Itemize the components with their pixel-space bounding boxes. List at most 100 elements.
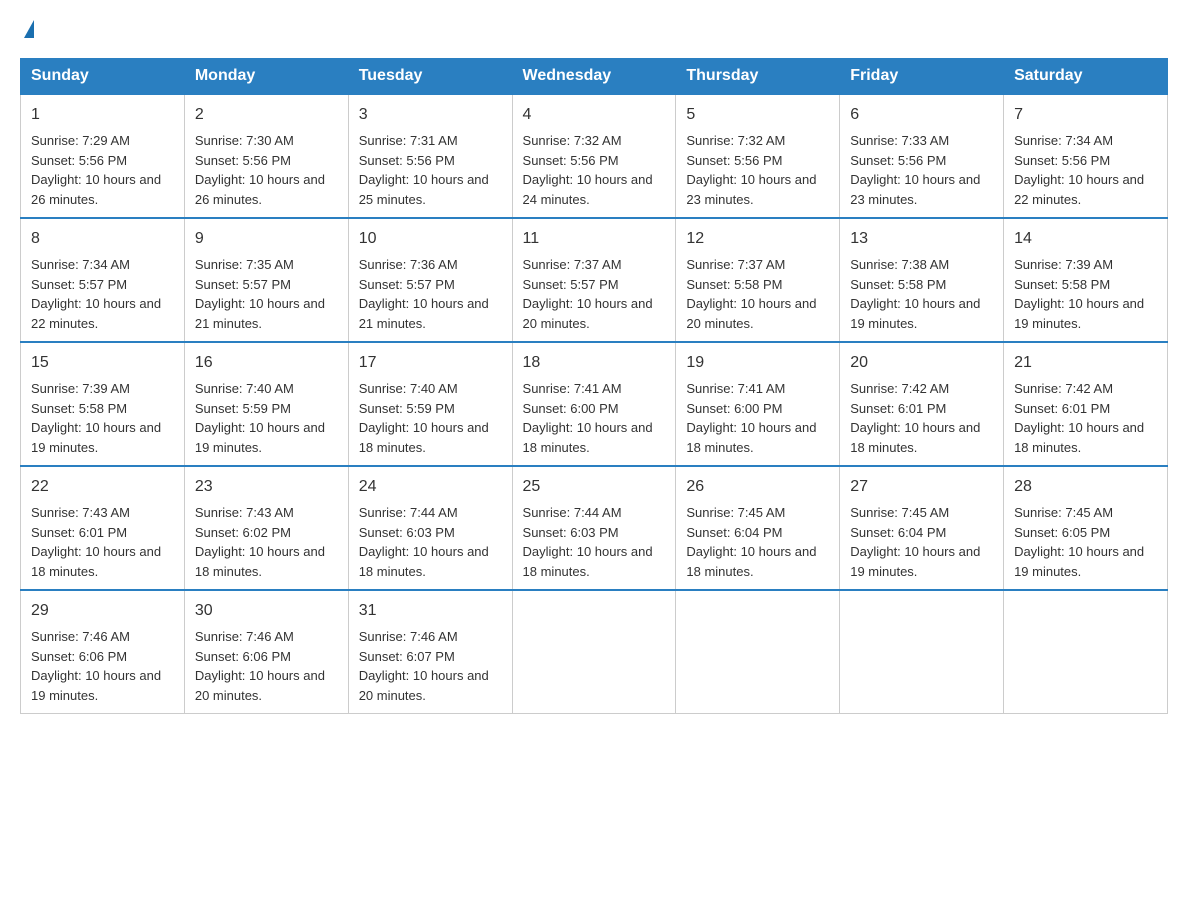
- calendar-day-cell: 22 Sunrise: 7:43 AMSunset: 6:01 PMDaylig…: [21, 466, 185, 590]
- column-header-tuesday: Tuesday: [348, 59, 512, 95]
- day-info: Sunrise: 7:46 AMSunset: 6:07 PMDaylight:…: [359, 629, 489, 703]
- calendar-week-row: 8 Sunrise: 7:34 AMSunset: 5:57 PMDayligh…: [21, 218, 1168, 342]
- day-info: Sunrise: 7:41 AMSunset: 6:00 PMDaylight:…: [686, 381, 816, 455]
- day-number: 2: [195, 103, 338, 127]
- day-info: Sunrise: 7:36 AMSunset: 5:57 PMDaylight:…: [359, 257, 489, 331]
- day-info: Sunrise: 7:33 AMSunset: 5:56 PMDaylight:…: [850, 133, 980, 207]
- day-info: Sunrise: 7:40 AMSunset: 5:59 PMDaylight:…: [359, 381, 489, 455]
- calendar-day-cell: [840, 590, 1004, 714]
- calendar-day-cell: 29 Sunrise: 7:46 AMSunset: 6:06 PMDaylig…: [21, 590, 185, 714]
- day-info: Sunrise: 7:44 AMSunset: 6:03 PMDaylight:…: [359, 505, 489, 579]
- day-number: 8: [31, 227, 174, 251]
- day-number: 1: [31, 103, 174, 127]
- day-info: Sunrise: 7:30 AMSunset: 5:56 PMDaylight:…: [195, 133, 325, 207]
- day-info: Sunrise: 7:43 AMSunset: 6:01 PMDaylight:…: [31, 505, 161, 579]
- day-info: Sunrise: 7:45 AMSunset: 6:04 PMDaylight:…: [850, 505, 980, 579]
- day-info: Sunrise: 7:31 AMSunset: 5:56 PMDaylight:…: [359, 133, 489, 207]
- calendar-day-cell: 17 Sunrise: 7:40 AMSunset: 5:59 PMDaylig…: [348, 342, 512, 466]
- column-header-friday: Friday: [840, 59, 1004, 95]
- day-info: Sunrise: 7:43 AMSunset: 6:02 PMDaylight:…: [195, 505, 325, 579]
- day-number: 3: [359, 103, 502, 127]
- day-number: 30: [195, 599, 338, 623]
- logo: [20, 20, 34, 38]
- calendar-day-cell: 7 Sunrise: 7:34 AMSunset: 5:56 PMDayligh…: [1004, 94, 1168, 218]
- page-header: [20, 20, 1168, 38]
- day-info: Sunrise: 7:40 AMSunset: 5:59 PMDaylight:…: [195, 381, 325, 455]
- column-header-thursday: Thursday: [676, 59, 840, 95]
- calendar-day-cell: 5 Sunrise: 7:32 AMSunset: 5:56 PMDayligh…: [676, 94, 840, 218]
- day-info: Sunrise: 7:34 AMSunset: 5:56 PMDaylight:…: [1014, 133, 1144, 207]
- day-number: 21: [1014, 351, 1157, 375]
- calendar-day-cell: 31 Sunrise: 7:46 AMSunset: 6:07 PMDaylig…: [348, 590, 512, 714]
- calendar-day-cell: 23 Sunrise: 7:43 AMSunset: 6:02 PMDaylig…: [184, 466, 348, 590]
- calendar-week-row: 15 Sunrise: 7:39 AMSunset: 5:58 PMDaylig…: [21, 342, 1168, 466]
- day-number: 29: [31, 599, 174, 623]
- day-info: Sunrise: 7:29 AMSunset: 5:56 PMDaylight:…: [31, 133, 161, 207]
- day-number: 20: [850, 351, 993, 375]
- day-number: 15: [31, 351, 174, 375]
- day-info: Sunrise: 7:41 AMSunset: 6:00 PMDaylight:…: [523, 381, 653, 455]
- calendar-day-cell: 15 Sunrise: 7:39 AMSunset: 5:58 PMDaylig…: [21, 342, 185, 466]
- day-number: 4: [523, 103, 666, 127]
- day-info: Sunrise: 7:35 AMSunset: 5:57 PMDaylight:…: [195, 257, 325, 331]
- calendar-day-cell: 11 Sunrise: 7:37 AMSunset: 5:57 PMDaylig…: [512, 218, 676, 342]
- day-number: 26: [686, 475, 829, 499]
- day-number: 17: [359, 351, 502, 375]
- day-number: 28: [1014, 475, 1157, 499]
- calendar-day-cell: 9 Sunrise: 7:35 AMSunset: 5:57 PMDayligh…: [184, 218, 348, 342]
- calendar-header-row: SundayMondayTuesdayWednesdayThursdayFrid…: [21, 59, 1168, 95]
- day-number: 14: [1014, 227, 1157, 251]
- calendar-day-cell: 19 Sunrise: 7:41 AMSunset: 6:00 PMDaylig…: [676, 342, 840, 466]
- day-number: 31: [359, 599, 502, 623]
- calendar-day-cell: 24 Sunrise: 7:44 AMSunset: 6:03 PMDaylig…: [348, 466, 512, 590]
- day-info: Sunrise: 7:37 AMSunset: 5:57 PMDaylight:…: [523, 257, 653, 331]
- logo-triangle-icon: [24, 20, 34, 38]
- day-info: Sunrise: 7:39 AMSunset: 5:58 PMDaylight:…: [31, 381, 161, 455]
- calendar-day-cell: 6 Sunrise: 7:33 AMSunset: 5:56 PMDayligh…: [840, 94, 1004, 218]
- day-number: 5: [686, 103, 829, 127]
- day-number: 6: [850, 103, 993, 127]
- day-info: Sunrise: 7:34 AMSunset: 5:57 PMDaylight:…: [31, 257, 161, 331]
- column-header-wednesday: Wednesday: [512, 59, 676, 95]
- calendar-day-cell: 3 Sunrise: 7:31 AMSunset: 5:56 PMDayligh…: [348, 94, 512, 218]
- day-number: 18: [523, 351, 666, 375]
- calendar-day-cell: 28 Sunrise: 7:45 AMSunset: 6:05 PMDaylig…: [1004, 466, 1168, 590]
- column-header-sunday: Sunday: [21, 59, 185, 95]
- calendar-day-cell: 8 Sunrise: 7:34 AMSunset: 5:57 PMDayligh…: [21, 218, 185, 342]
- day-info: Sunrise: 7:32 AMSunset: 5:56 PMDaylight:…: [523, 133, 653, 207]
- day-number: 11: [523, 227, 666, 251]
- day-number: 24: [359, 475, 502, 499]
- day-info: Sunrise: 7:45 AMSunset: 6:05 PMDaylight:…: [1014, 505, 1144, 579]
- calendar-week-row: 29 Sunrise: 7:46 AMSunset: 6:06 PMDaylig…: [21, 590, 1168, 714]
- calendar-day-cell: 26 Sunrise: 7:45 AMSunset: 6:04 PMDaylig…: [676, 466, 840, 590]
- calendar-day-cell: 27 Sunrise: 7:45 AMSunset: 6:04 PMDaylig…: [840, 466, 1004, 590]
- day-number: 9: [195, 227, 338, 251]
- day-info: Sunrise: 7:44 AMSunset: 6:03 PMDaylight:…: [523, 505, 653, 579]
- calendar-day-cell: 2 Sunrise: 7:30 AMSunset: 5:56 PMDayligh…: [184, 94, 348, 218]
- day-info: Sunrise: 7:45 AMSunset: 6:04 PMDaylight:…: [686, 505, 816, 579]
- calendar-day-cell: 18 Sunrise: 7:41 AMSunset: 6:00 PMDaylig…: [512, 342, 676, 466]
- calendar-day-cell: [512, 590, 676, 714]
- calendar-day-cell: [676, 590, 840, 714]
- day-info: Sunrise: 7:46 AMSunset: 6:06 PMDaylight:…: [31, 629, 161, 703]
- day-number: 10: [359, 227, 502, 251]
- day-number: 16: [195, 351, 338, 375]
- calendar-week-row: 22 Sunrise: 7:43 AMSunset: 6:01 PMDaylig…: [21, 466, 1168, 590]
- day-number: 23: [195, 475, 338, 499]
- calendar-day-cell: 10 Sunrise: 7:36 AMSunset: 5:57 PMDaylig…: [348, 218, 512, 342]
- day-info: Sunrise: 7:46 AMSunset: 6:06 PMDaylight:…: [195, 629, 325, 703]
- calendar-day-cell: 13 Sunrise: 7:38 AMSunset: 5:58 PMDaylig…: [840, 218, 1004, 342]
- calendar-day-cell: 4 Sunrise: 7:32 AMSunset: 5:56 PMDayligh…: [512, 94, 676, 218]
- calendar-day-cell: 30 Sunrise: 7:46 AMSunset: 6:06 PMDaylig…: [184, 590, 348, 714]
- calendar-day-cell: [1004, 590, 1168, 714]
- day-number: 13: [850, 227, 993, 251]
- calendar-day-cell: 14 Sunrise: 7:39 AMSunset: 5:58 PMDaylig…: [1004, 218, 1168, 342]
- column-header-monday: Monday: [184, 59, 348, 95]
- column-header-saturday: Saturday: [1004, 59, 1168, 95]
- calendar-day-cell: 12 Sunrise: 7:37 AMSunset: 5:58 PMDaylig…: [676, 218, 840, 342]
- day-number: 25: [523, 475, 666, 499]
- calendar-day-cell: 20 Sunrise: 7:42 AMSunset: 6:01 PMDaylig…: [840, 342, 1004, 466]
- calendar-week-row: 1 Sunrise: 7:29 AMSunset: 5:56 PMDayligh…: [21, 94, 1168, 218]
- calendar-day-cell: 16 Sunrise: 7:40 AMSunset: 5:59 PMDaylig…: [184, 342, 348, 466]
- day-number: 7: [1014, 103, 1157, 127]
